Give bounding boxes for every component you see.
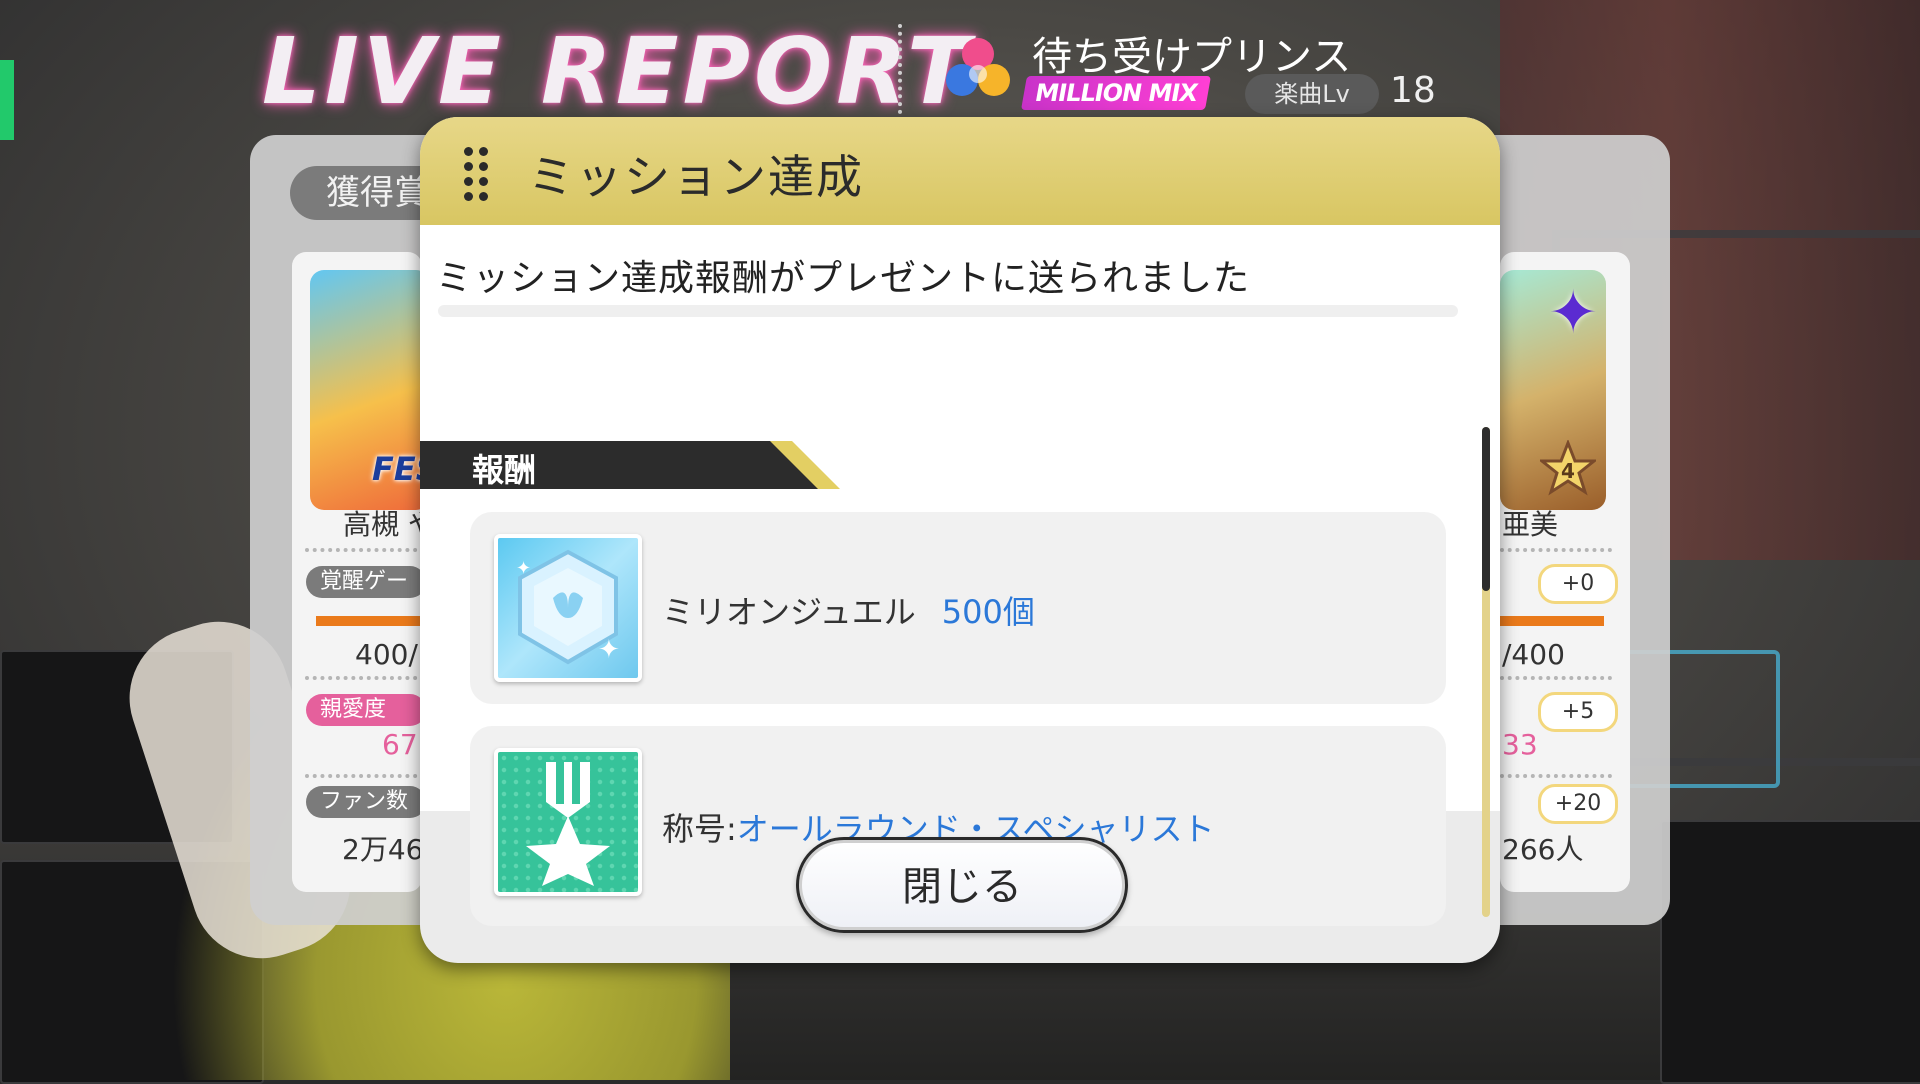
fans-label: ファン数 [306, 786, 426, 818]
right-affection-plus: +5 [1538, 692, 1618, 732]
scrollbar-thumb[interactable] [1482, 427, 1490, 591]
affection-label: 親愛度 [306, 694, 426, 726]
rank-star-icon: 4 [1540, 440, 1596, 496]
awaken-gauge-label: 覚醒ゲージ [306, 566, 426, 598]
equipment-case [1660, 820, 1920, 1084]
close-button[interactable]: 閉じる [796, 837, 1128, 933]
svg-text:✦: ✦ [516, 558, 531, 579]
message-divider [438, 305, 1458, 317]
right-fans-plus: +20 [1538, 784, 1618, 824]
right-awaken-value: /400 [1502, 638, 1565, 671]
dialog-body[interactable]: ミッション達成報酬がプレゼントに送られました 報酬 ✦ ✦ ミリオンジュエル 50… [420, 225, 1500, 926]
awaken-gauge-bar [316, 616, 426, 626]
reward-item: ✦ ✦ ミリオンジュエル 500個 [470, 512, 1446, 704]
live-report-title: LIVE REPORT [262, 18, 974, 125]
left-awaken-value: 400/ [355, 638, 418, 671]
svg-text:4: 4 [1561, 459, 1575, 483]
reward-jewel-name: ミリオンジュエル [662, 593, 916, 631]
song-level-label: 楽曲Lv [1245, 74, 1379, 114]
reward-section-label: 報酬 [472, 451, 537, 489]
divider [305, 676, 425, 680]
million-mix-badge: MILLION MIX [1021, 76, 1211, 110]
reward-jewel-quantity: 500個 [941, 593, 1035, 631]
reward-title-prefix: 称号: [662, 810, 737, 848]
left-affection-value: 67 [382, 728, 418, 761]
exit-sign [0, 60, 14, 140]
divider [1500, 774, 1612, 778]
grip-dots-icon [464, 147, 490, 203]
dialog-header: ミッション達成 [420, 117, 1500, 225]
divider [1500, 676, 1612, 680]
awaken-gauge-bar [1500, 616, 1604, 626]
svg-text:✦: ✦ [598, 635, 620, 665]
divider [1500, 548, 1612, 552]
divider [305, 548, 425, 552]
header-separator [898, 24, 902, 114]
right-fans-value: 266人 [1502, 833, 1584, 866]
reward-section-tab: 報酬 [420, 441, 840, 489]
reward-name: ミリオンジュエル 500個 [662, 587, 1035, 633]
dialog-title: ミッション達成 [528, 150, 864, 204]
million-jewel-icon: ✦ ✦ [494, 534, 642, 682]
tri-color-heart-icon [946, 38, 1010, 96]
sparkle-icon: ✦ [1548, 278, 1599, 348]
dialog-message: ミッション達成報酬がプレゼントに送られました [436, 258, 1251, 299]
right-awaken-plus: +0 [1538, 564, 1618, 604]
mission-complete-dialog: ミッション達成 ミッション達成報酬がプレゼントに送られました 報酬 ✦ ✦ ミリ… [420, 117, 1500, 963]
title-medal-icon [494, 748, 642, 896]
right-affection-value: 33 [1502, 728, 1538, 761]
right-idol-name: 亜美 [1502, 508, 1559, 541]
left-fans-value: 2万46 [342, 833, 424, 866]
reward-list-scrollbar[interactable] [1482, 427, 1490, 917]
song-level-value: 18 [1390, 70, 1436, 111]
divider [305, 774, 425, 778]
